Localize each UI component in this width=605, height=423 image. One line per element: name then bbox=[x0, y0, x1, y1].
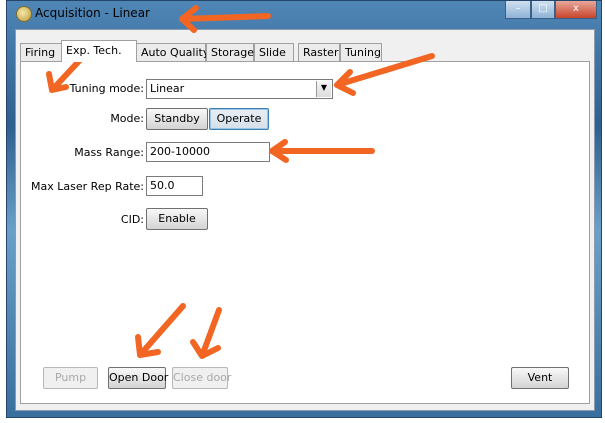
mode-label: Mode: bbox=[110, 112, 144, 125]
cid-label: CID: bbox=[120, 213, 144, 226]
open-door-button[interactable]: Open Door bbox=[108, 367, 168, 389]
minimize-button[interactable]: – bbox=[505, 1, 531, 19]
tab-firing[interactable]: Firing bbox=[20, 43, 62, 61]
tab-exp-tech[interactable]: Exp. Tech. bbox=[61, 40, 137, 62]
mass-range-input[interactable]: 200-10000 bbox=[146, 142, 270, 162]
pump-button[interactable]: Pump bbox=[43, 367, 98, 389]
tab-raster[interactable]: Raster bbox=[298, 43, 340, 61]
title-bar[interactable]: Acquisition - Linear – □ x bbox=[7, 1, 601, 29]
close-door-button[interactable]: Close door bbox=[172, 367, 231, 389]
dialog-client-area: Firing Exp. Tech. Auto Quality Storage S… bbox=[15, 29, 595, 411]
cid-enable-button[interactable]: Enable bbox=[146, 208, 208, 230]
mass-range-label: Mass Range: bbox=[74, 146, 144, 159]
window-title: Acquisition - Linear bbox=[35, 6, 150, 20]
acquisition-window: Acquisition - Linear – □ x Firing Exp. T… bbox=[6, 0, 602, 418]
tab-tuning[interactable]: Tuning bbox=[340, 43, 382, 61]
chevron-down-icon[interactable]: ▼ bbox=[316, 81, 331, 97]
operate-button[interactable]: Operate bbox=[209, 108, 269, 130]
exp-tech-panel: Tuning mode: Linear ▼ Mode: Standby Oper… bbox=[20, 61, 590, 404]
tuning-mode-label: Tuning mode: bbox=[69, 82, 144, 95]
tab-auto-quality[interactable]: Auto Quality bbox=[136, 43, 209, 61]
tab-storage[interactable]: Storage bbox=[206, 43, 254, 61]
max-laser-rep-rate-label: Max Laser Rep Rate: bbox=[31, 180, 144, 193]
tuning-mode-select[interactable]: Linear ▼ bbox=[146, 79, 333, 99]
max-laser-rep-rate-input[interactable]: 50.0 bbox=[146, 176, 203, 196]
maximize-button[interactable]: □ bbox=[531, 1, 555, 19]
tab-slide[interactable]: Slide bbox=[254, 43, 294, 61]
close-button[interactable]: x bbox=[555, 1, 597, 19]
app-icon bbox=[16, 6, 32, 22]
vent-button[interactable]: Vent bbox=[511, 367, 569, 389]
tuning-mode-value: Linear bbox=[150, 82, 185, 95]
standby-button[interactable]: Standby bbox=[146, 108, 208, 130]
